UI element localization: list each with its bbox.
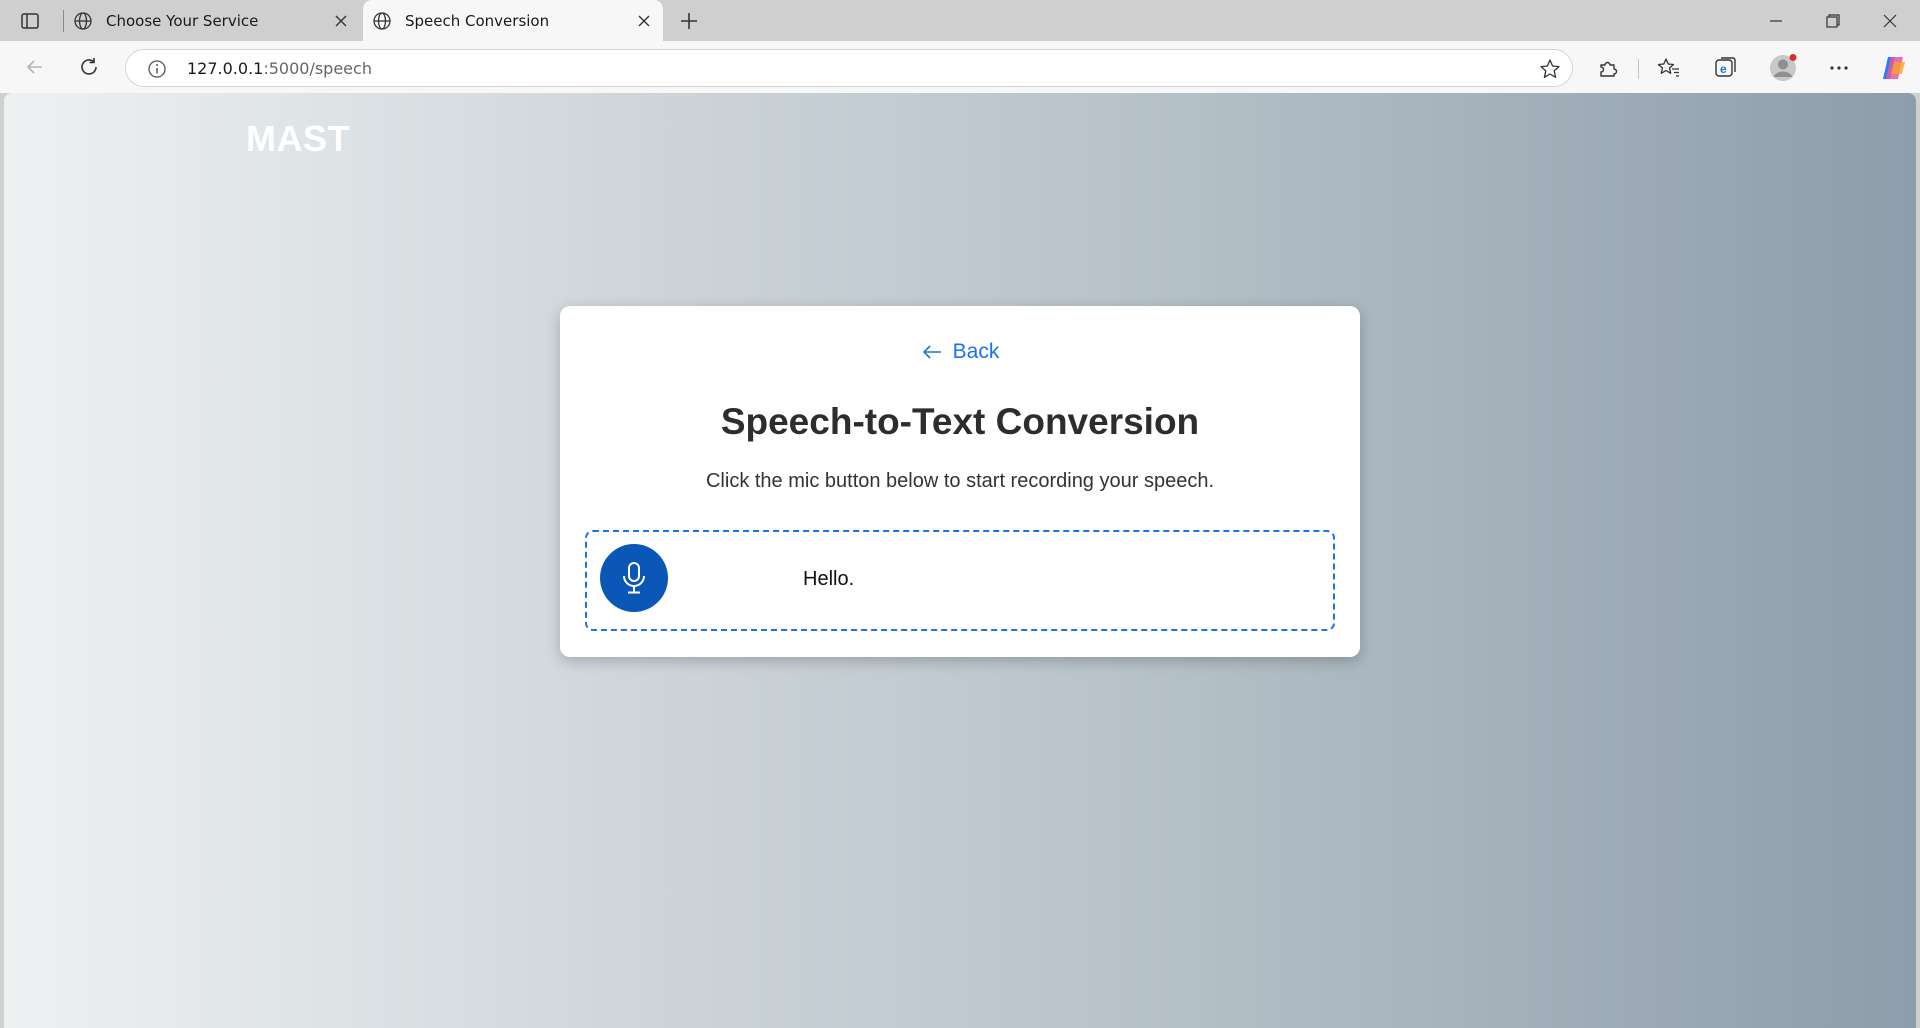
back-link[interactable]: Back xyxy=(560,340,1360,364)
globe-icon xyxy=(72,10,94,32)
extensions-icon xyxy=(1600,61,1618,77)
favorite-star-icon[interactable] xyxy=(1538,57,1562,81)
reload-button[interactable] xyxy=(73,51,105,83)
close-icon xyxy=(1883,14,1897,27)
favorites-icon xyxy=(1657,58,1679,77)
page-title: Speech-to-Text Conversion xyxy=(720,401,1200,442)
site-logo[interactable]: MAST xyxy=(246,118,350,160)
tab-bar: Choose Your Service Speech Conversion xyxy=(0,0,1920,41)
url-path: :5000/speech xyxy=(263,59,372,78)
url-text: 127.0.0.1:5000/speech xyxy=(187,59,372,78)
close-window-button[interactable] xyxy=(1862,0,1918,41)
toolbar-separator xyxy=(1638,59,1639,79)
restore-icon xyxy=(1826,13,1840,28)
back-label: Back xyxy=(952,340,1000,363)
arrow-left-icon xyxy=(921,344,943,360)
profile-button[interactable] xyxy=(1766,51,1800,85)
page-viewport: MAST Back Speech-to-Text Conversion Clic… xyxy=(4,93,1916,1028)
minimize-button[interactable] xyxy=(1748,0,1804,41)
minimize-icon xyxy=(1770,19,1782,22)
tab-actions-icon xyxy=(21,13,39,29)
close-tab-icon[interactable] xyxy=(330,10,352,32)
collections-button[interactable]: e xyxy=(1708,51,1742,85)
extensions-button[interactable] xyxy=(1591,51,1625,85)
instructions-text: Click the mic button below to start reco… xyxy=(705,470,1215,492)
globe-icon xyxy=(371,10,393,32)
recording-area: Hello. xyxy=(585,530,1335,631)
transcript-text: Hello. xyxy=(803,568,855,590)
tab-actions-button[interactable] xyxy=(10,6,50,36)
tab-speech-conversion[interactable]: Speech Conversion xyxy=(363,0,663,41)
tab-title: Speech Conversion xyxy=(405,11,550,30)
arrow-left-icon xyxy=(26,60,42,74)
tab-title: Choose Your Service xyxy=(106,11,259,30)
new-tab-button[interactable] xyxy=(676,8,702,34)
favorites-button[interactable] xyxy=(1652,51,1686,85)
more-options-button[interactable] xyxy=(1822,51,1856,85)
collections-icon: e xyxy=(1715,57,1736,77)
copilot-button[interactable] xyxy=(1876,51,1910,85)
svg-text:e: e xyxy=(1720,62,1727,76)
restore-button[interactable] xyxy=(1805,0,1861,41)
mic-button[interactable] xyxy=(600,544,668,612)
copilot-icon xyxy=(1883,57,1905,79)
more-icon xyxy=(1830,66,1848,70)
site-info-icon[interactable] xyxy=(146,58,168,80)
profile-icon xyxy=(1770,54,1797,81)
address-input[interactable]: 127.0.0.1:5000/speech xyxy=(125,49,1573,87)
address-toolbar: 127.0.0.1:5000/speech e xyxy=(0,41,1920,93)
url-host: 127.0.0.1 xyxy=(187,59,264,78)
close-tab-icon[interactable] xyxy=(633,10,655,32)
speech-card: Back Speech-to-Text Conversion Click the… xyxy=(560,306,1360,657)
reload-icon xyxy=(81,58,97,75)
microphone-icon xyxy=(623,562,645,594)
tab-choose-your-service[interactable]: Choose Your Service xyxy=(64,0,360,41)
back-nav-button[interactable] xyxy=(19,51,51,83)
plus-icon xyxy=(681,13,697,29)
